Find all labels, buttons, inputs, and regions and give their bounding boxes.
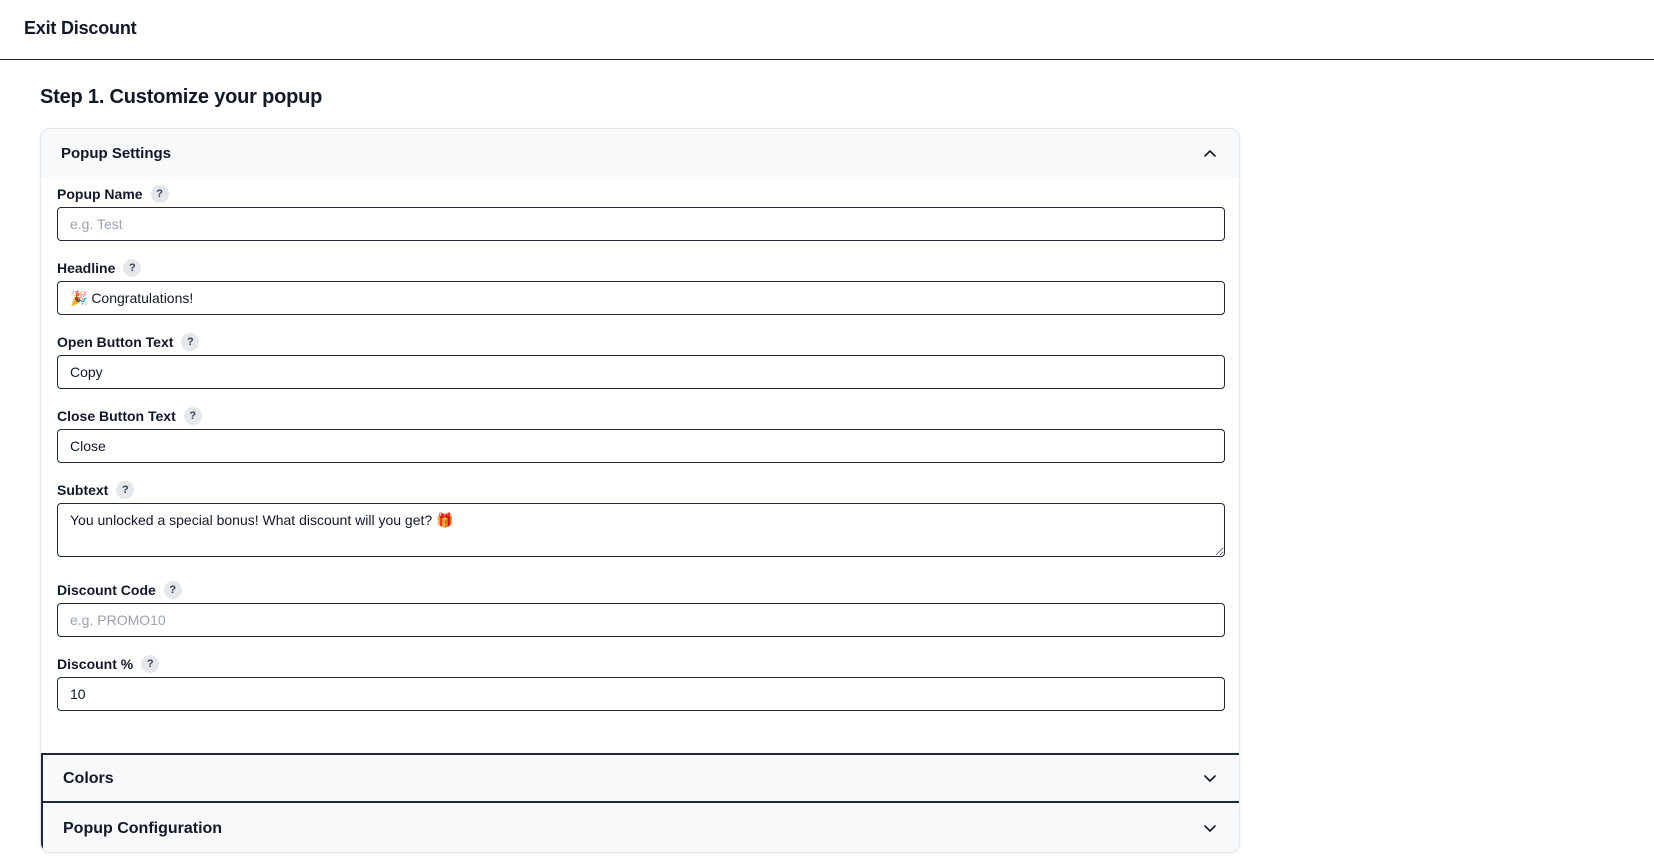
help-icon[interactable]: ?: [141, 655, 160, 673]
headline-input[interactable]: [57, 281, 1225, 315]
top-bar: Exit Discount: [0, 0, 1654, 60]
discount-code-label-text: Discount Code: [57, 582, 156, 598]
discount-code-label: Discount Code ?: [57, 581, 182, 599]
settings-card: Popup Settings Popup Name ? Headline ? O…: [40, 128, 1240, 853]
open-button-text-input[interactable]: [57, 355, 1225, 389]
discount-percent-label-text: Discount %: [57, 656, 134, 672]
chevron-down-icon[interactable]: [1203, 822, 1217, 836]
chevron-down-icon[interactable]: [1203, 772, 1217, 786]
step-title: Step 1. Customize your popup: [40, 86, 323, 108]
subtext-textarea[interactable]: You unlocked a special bonus! What disco…: [57, 503, 1225, 557]
popup-configuration-title: Popup Configuration: [63, 819, 223, 837]
popup-configuration-header[interactable]: Popup Configuration: [41, 801, 1239, 852]
help-icon[interactable]: ?: [123, 259, 142, 277]
colors-header[interactable]: Colors: [41, 753, 1239, 802]
colors-title: Colors: [63, 769, 114, 787]
discount-code-input[interactable]: [57, 603, 1225, 637]
open-button-text-label: Open Button Text ?: [57, 333, 200, 351]
discount-percent-input[interactable]: [57, 677, 1225, 711]
close-button-text-label: Close Button Text ?: [57, 407, 202, 425]
discount-percent-label: Discount % ?: [57, 655, 160, 673]
open-button-text-label-text: Open Button Text: [57, 334, 174, 350]
headline-label: Headline ?: [57, 259, 142, 277]
popup-name-input[interactable]: [57, 207, 1225, 241]
help-icon[interactable]: ?: [116, 481, 135, 499]
popup-name-label-text: Popup Name: [57, 186, 143, 202]
app-title: Exit Discount: [24, 18, 137, 38]
subtext-label-text: Subtext: [57, 482, 109, 498]
popup-name-label: Popup Name ?: [57, 185, 169, 203]
chevron-up-icon[interactable]: [1203, 146, 1217, 160]
help-icon[interactable]: ?: [183, 407, 202, 425]
popup-settings-header[interactable]: Popup Settings: [41, 129, 1239, 177]
help-icon[interactable]: ?: [181, 333, 200, 351]
subtext-label: Subtext ?: [57, 481, 135, 499]
help-icon[interactable]: ?: [150, 185, 169, 203]
headline-label-text: Headline: [57, 260, 116, 276]
help-icon[interactable]: ?: [163, 581, 182, 599]
close-button-text-label-text: Close Button Text: [57, 408, 176, 424]
popup-settings-title: Popup Settings: [61, 144, 171, 162]
close-button-text-input[interactable]: [57, 429, 1225, 463]
